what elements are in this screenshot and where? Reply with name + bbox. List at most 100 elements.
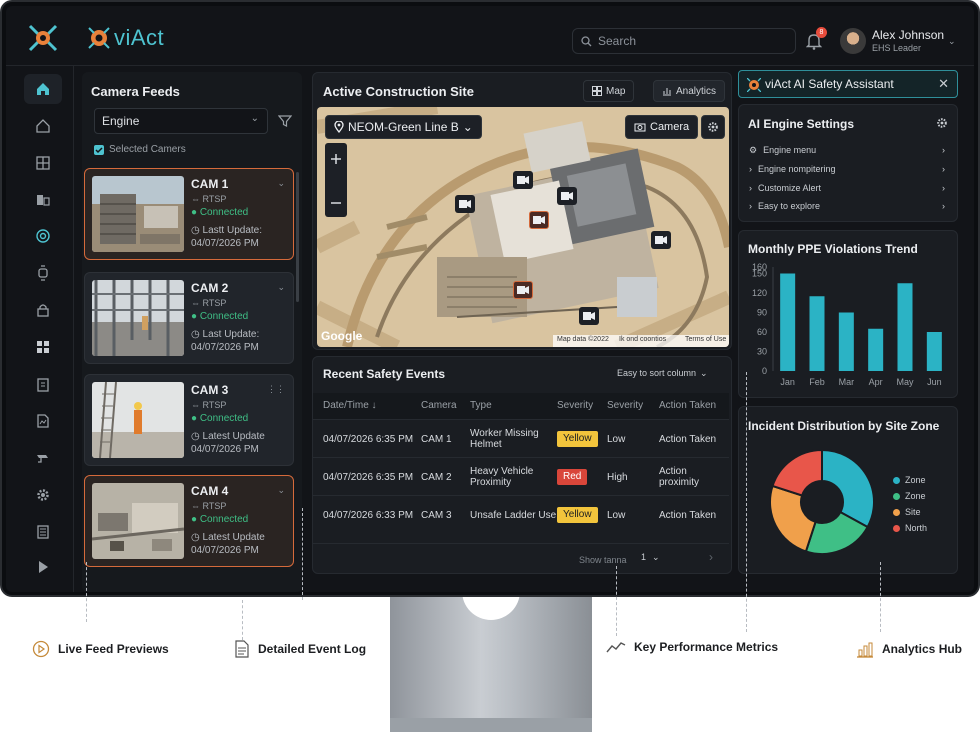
avatar[interactable] [840,28,866,54]
sidebar-item-overview[interactable] [24,111,62,141]
column-header[interactable]: Type [470,400,492,411]
chevron-down-icon[interactable]: ⌄ [277,485,285,496]
callout-connector [746,372,747,632]
search-input[interactable]: Search [572,28,796,54]
sidebar-item-settings[interactable] [24,480,62,510]
next-page-icon[interactable]: › [709,550,713,564]
camera-marker-alert-icon[interactable] [529,211,549,229]
close-icon[interactable]: ✕ [938,76,949,92]
gear-icon [37,489,49,501]
location-select[interactable]: NEOM-Green Line B ⌄ [325,115,482,139]
engine-select[interactable]: Engine ⌄ [94,108,268,134]
sort-label: Easy to sort column [617,368,697,378]
sidebar-item-target[interactable] [24,221,62,251]
gear-icon[interactable] [936,117,948,129]
explore-item[interactable]: › Easy to explore › [749,201,945,211]
camera-marker-icon[interactable] [513,171,533,189]
chevron-down-icon[interactable]: ⌄ [277,178,285,189]
camera-marker-icon[interactable] [557,187,577,205]
sidebar-item-clipboard[interactable] [24,369,62,399]
sort-dropdown[interactable]: Easy to sort column ⌄ [617,368,708,379]
logo: viAct [28,24,164,52]
sidebar-item-watch[interactable] [24,258,62,288]
scrollbar[interactable] [296,172,299,302]
more-options-icon[interactable]: ⋮⋮ [267,384,285,395]
camera-marker-icon[interactable] [579,307,599,325]
donut-slice [771,448,823,497]
legend-dot-icon [893,476,900,484]
zoom-in-button[interactable] [325,143,347,179]
map-button[interactable]: Map [583,80,635,102]
marketing-stage: viAct Search 8 Alex Johnson EHS Leader ⌄ [0,0,980,732]
sidebar-item-lock[interactable] [24,295,62,325]
zoom-out-button[interactable] [325,183,347,217]
camera-marker-icon[interactable] [651,231,671,249]
legend-item: Site [893,507,921,517]
column-header[interactable]: Severity [607,400,643,411]
table-row[interactable]: 04/07/2026 6:35 PM CAM 1 Worker Missing … [313,419,729,457]
camera-card[interactable]: CAM 2 ⌄ ⇔ RTSP ● Connected ◷ Last Update… [84,272,294,364]
donut-chart [769,448,875,555]
event-datetime: 04/07/2026 6:33 PM [323,510,414,521]
filter-icon[interactable] [278,114,292,128]
map-settings-button[interactable] [701,115,725,139]
sidebar-item-play[interactable] [24,552,62,582]
play-icon [39,561,48,573]
column-header[interactable]: Action Taken [659,400,716,411]
engine-monitoring-item[interactable]: › Engine nompitering › [749,164,945,174]
donut-slice [769,484,817,553]
legend-dot-icon [893,508,900,516]
camera-marker-icon[interactable] [455,195,475,213]
camera-button[interactable]: Camera [625,115,699,139]
sidebar-item-list[interactable] [24,517,62,547]
engine-menu-item[interactable]: ⚙ Engine menu › [749,145,945,156]
table-row[interactable]: 04/07/2026 6:33 PM CAM 3 Unsafe Ladder U… [313,495,729,533]
map-credit-secondary: Ik ond coontios [619,336,667,343]
list-icon [37,525,49,539]
page-select[interactable]: 1 ⌄ [641,552,660,563]
bar-chart-icon [857,642,873,658]
terms-link[interactable]: Terms of Use [685,336,726,343]
zone-chart-panel: Incident Distribution by Site Zone Zone Z… [738,406,958,574]
bar [868,328,884,371]
sidebar-item-grid[interactable] [24,148,62,178]
camera-name: CAM 3 [191,383,229,397]
table-row[interactable]: 04/07/2026 6:35 PM CAM 2 Heavy Vehicle P… [313,457,729,495]
camera-status-label: Connected [199,207,249,218]
column-header[interactable]: Camera [421,400,457,411]
camera-card[interactable]: CAM 4 ⌄ ⇔ RTSP ● Connected ◷ Latest Upda… [84,475,294,567]
sidebar-item-home[interactable] [24,74,62,104]
camera-card[interactable]: CAM 3 ⋮⋮ ⇔ RTSP ● Connected ◷ Latest Upd… [84,374,294,466]
column-header[interactable]: Severity [557,400,593,411]
chevron-down-icon[interactable]: ⌄ [277,282,285,293]
building-icon [37,195,50,206]
customize-alert-item[interactable]: › Customize Alert › [749,183,945,193]
x-tick-label: Feb [809,377,825,387]
camera-status-label: Connected [199,514,249,525]
status-dot-icon: ● [191,207,200,218]
viact-eye-icon [88,27,110,49]
event-type: Worker Missing Helmet [470,428,539,450]
ppe-chart-panel: Monthly PPE Violations Trend 0 30 60 90 120 1… [738,230,958,398]
assistant-bar[interactable]: viAct AI Safety Assistant ✕ [738,70,958,98]
user-menu-chevron-icon[interactable]: ⌄ [948,36,956,47]
checkbox-checked-icon [94,144,104,155]
camera-status-label: Connected [199,413,249,424]
sidebar-item-report[interactable] [24,406,62,436]
column-header[interactable]: Date/Time ↓ [323,400,377,411]
user-role: EHS Leader [872,43,922,53]
camera-update-label: Latest Update [202,431,265,442]
sidebar-item-apps[interactable] [24,332,62,362]
x-tick-label: Apr [869,377,883,387]
legend-item: Zone [893,475,926,485]
analytics-button[interactable]: Analytics [653,80,726,102]
grid-icon [36,156,50,170]
bar [809,296,825,371]
camera-marker-alert-icon[interactable] [513,281,533,299]
selected-cameras-checkbox[interactable]: Selected Camers [94,144,186,155]
sidebar-item-buildings[interactable] [24,184,62,214]
sidebar-item-camera[interactable] [24,443,62,473]
camera-card[interactable]: CAM 1 ⌄ ⇔ RTSP ● Connected ◷ Lastt Updat… [84,168,294,260]
assistant-title: viAct AI Safety Assistant [765,77,894,91]
site-map[interactable]: NEOM-Green Line B ⌄ Camera Google Map da… [317,107,729,347]
